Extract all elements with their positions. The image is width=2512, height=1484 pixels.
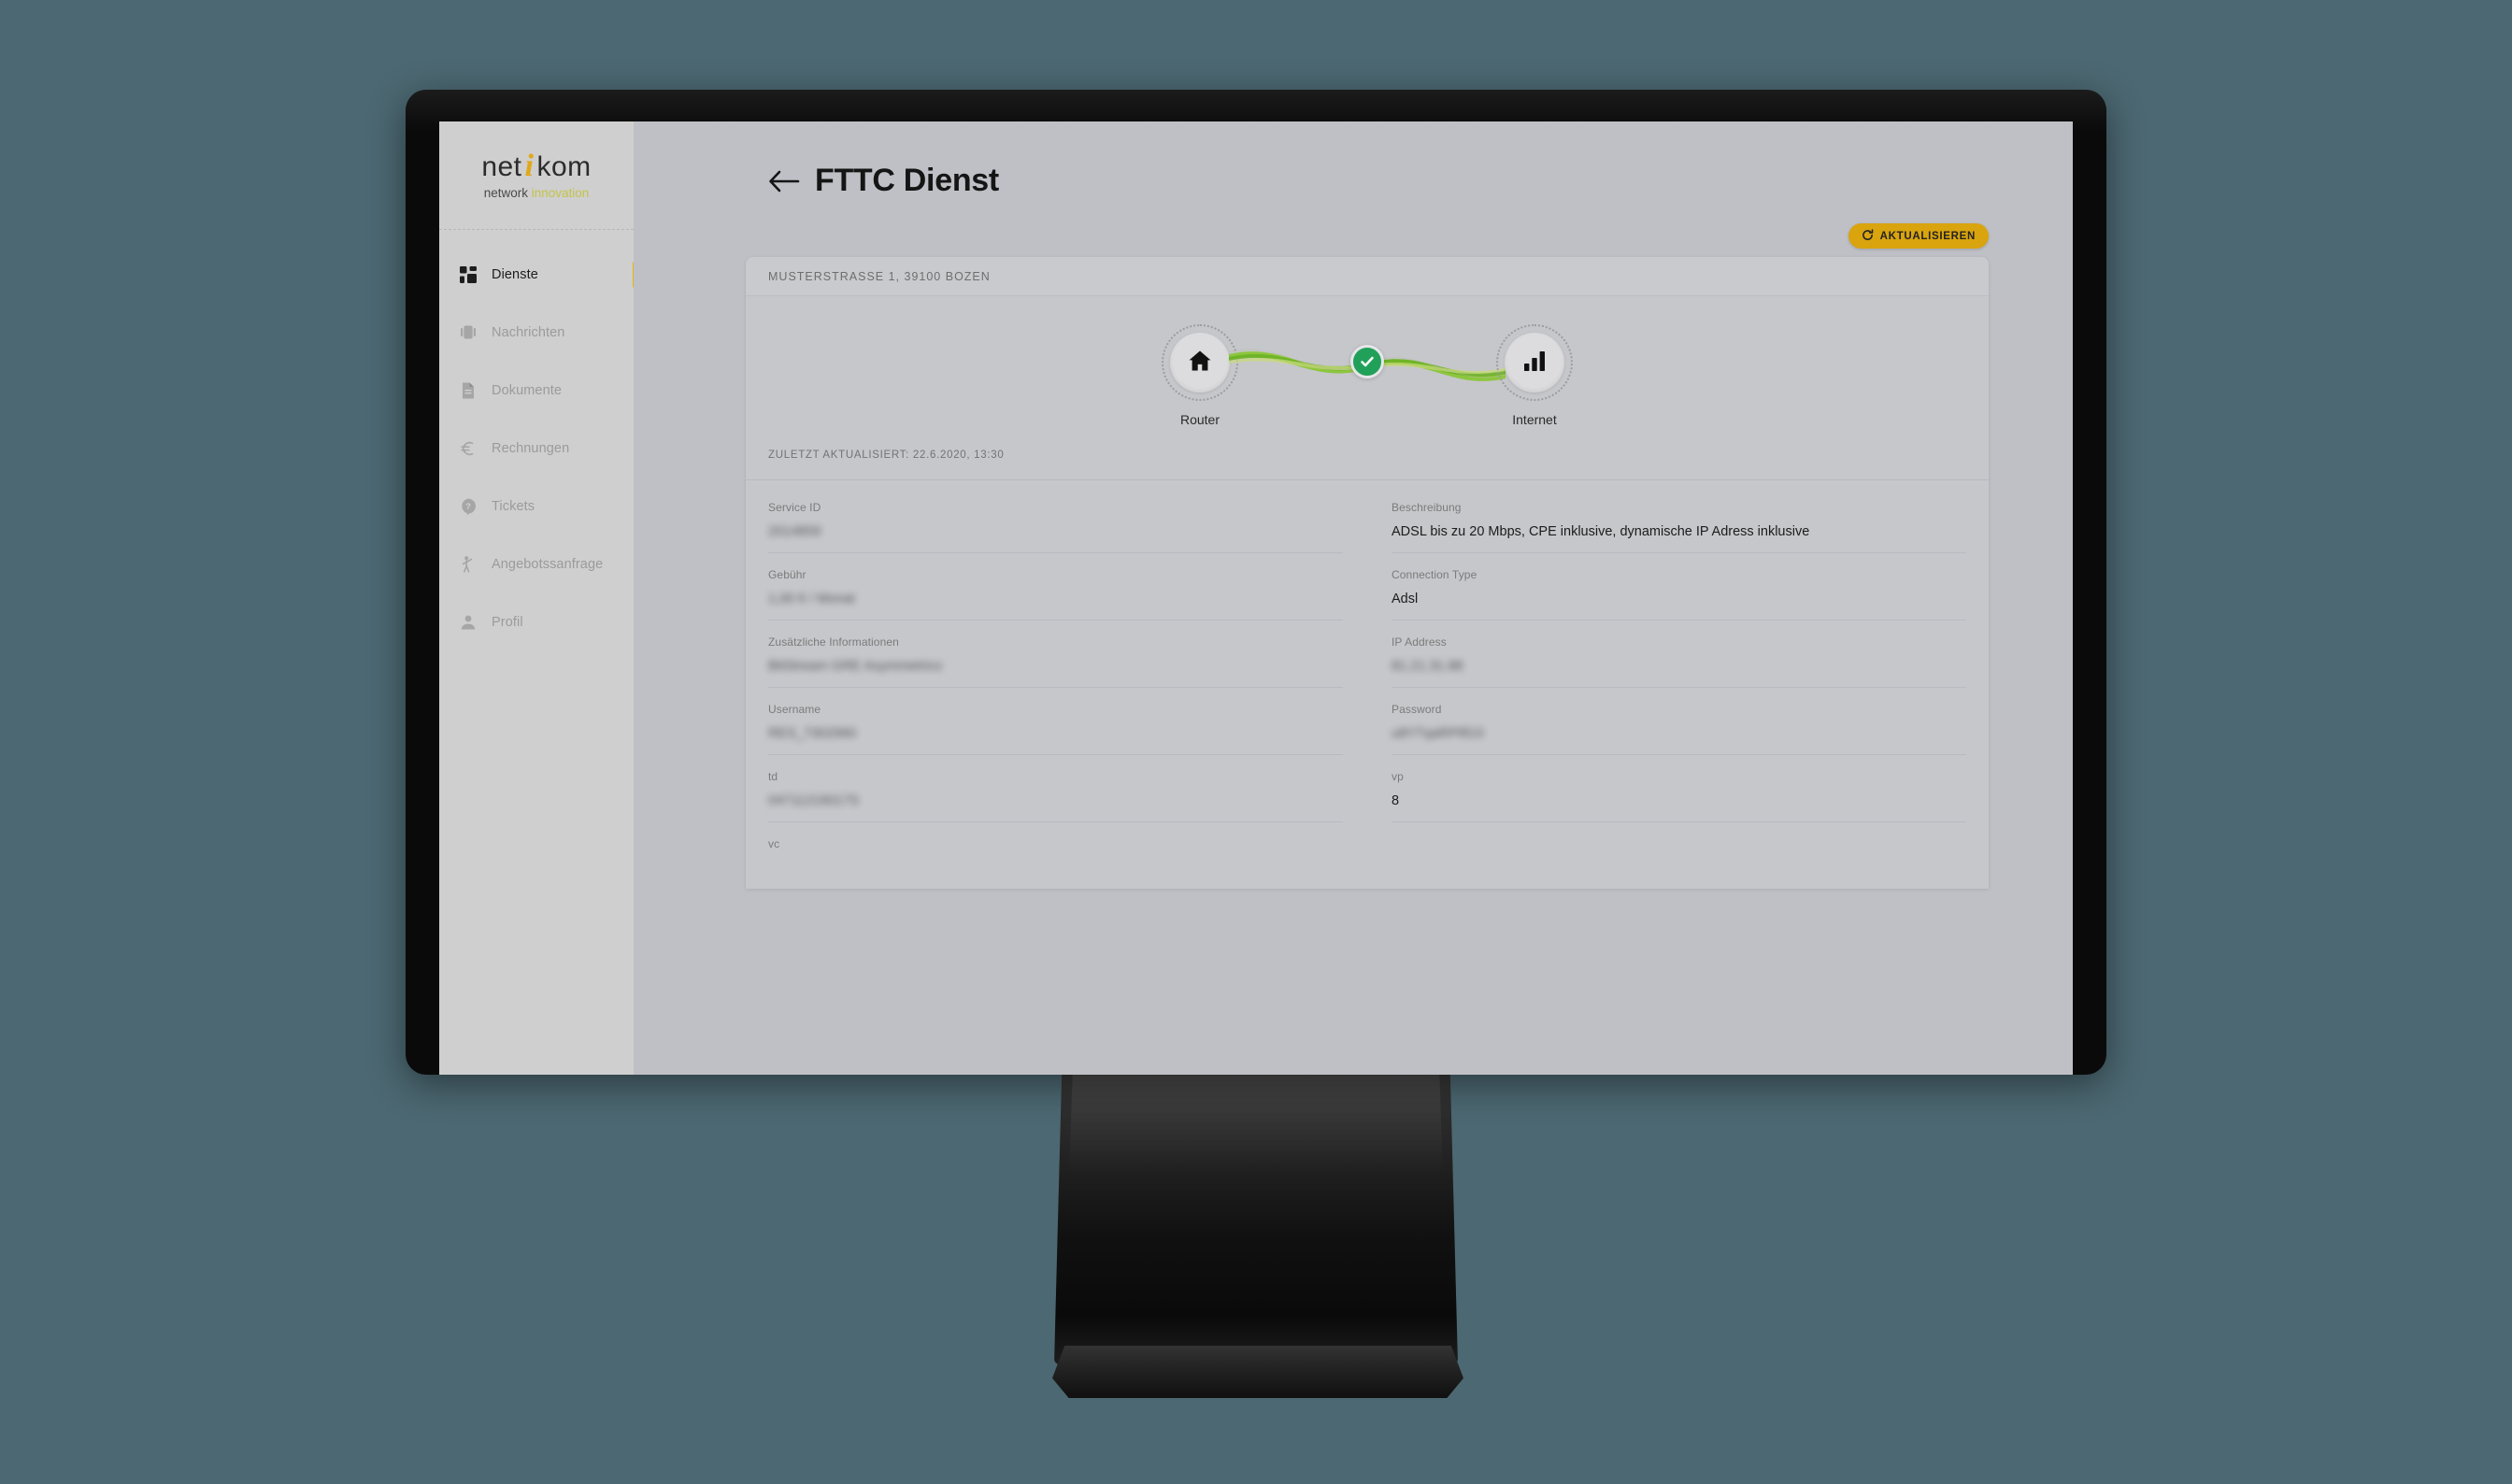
field-beschreibung: Beschreibung ADSL bis zu 20 Mbps, CPE in… — [1392, 486, 1966, 553]
field-label: Username — [768, 703, 821, 716]
refresh-icon — [1862, 228, 1874, 244]
field-vp: vp 8 — [1392, 755, 1966, 822]
field-value: RES_7302960 — [768, 726, 857, 741]
logo-kom: kom — [536, 151, 592, 183]
router-node — [1162, 324, 1238, 401]
sidebar-item-label: Dokumente — [492, 383, 563, 398]
field-value: 81.21.31.88 — [1392, 659, 1463, 674]
svg-text:?: ? — [465, 502, 471, 512]
sidebar: net i kom network innovation Dienste Nac… — [439, 121, 637, 1075]
service-address: MUSTERSTRASSE 1, 39100 BOZEN — [768, 269, 991, 283]
field-value: ADSL bis zu 20 Mbps, CPE inklusive, dyna… — [1392, 524, 1810, 539]
sidebar-item-label: Profil — [492, 615, 523, 630]
sidebar-item-nachrichten[interactable]: Nachrichten — [439, 312, 634, 353]
sidebar-item-label: Tickets — [492, 499, 535, 514]
field-label: Gebühr — [768, 568, 806, 581]
sidebar-item-label: Dienste — [492, 267, 538, 282]
home-icon — [1187, 348, 1213, 378]
field-label: Zusätzliche Informationen — [768, 635, 899, 649]
question-bubble-icon: ? — [458, 496, 478, 517]
field-gebuehr: Gebühr 1,00 € / Monat — [768, 553, 1343, 621]
field-username: Username RES_7302960 — [768, 688, 1343, 755]
field-label: Service ID — [768, 501, 821, 514]
grid-icon — [458, 264, 478, 285]
sidebar-item-label: Angebotssanfrage — [492, 557, 604, 572]
sidebar-item-dokumente[interactable]: Dokumente — [439, 370, 634, 411]
field-label: Connection Type — [1392, 568, 1477, 581]
refresh-button[interactable]: AKTUALISIEREN — [1848, 223, 1989, 249]
person-icon — [458, 612, 478, 633]
monitor-stand-base — [1052, 1346, 1463, 1398]
logo-tagline: network innovation — [484, 187, 590, 200]
sidebar-item-profil[interactable]: Profil — [439, 602, 634, 643]
router-node-label: Router — [1179, 412, 1220, 427]
monitor-bezel: net i kom network innovation Dienste Nac… — [406, 90, 2106, 1075]
main-content: FTTC Dienst AKTUALISIEREN MUSTERSTRASSE … — [634, 121, 2073, 1075]
field-value: 2014859 — [768, 524, 821, 539]
field-value: Adsl — [1392, 592, 1419, 606]
service-details-grid: Service ID 2014859 Beschreibung ADSL bis… — [746, 480, 1989, 889]
field-ip-address: IP Address 81.21.31.88 — [1392, 621, 1966, 688]
sidebar-item-dienste[interactable]: Dienste — [439, 254, 637, 295]
screen: net i kom network innovation Dienste Nac… — [439, 121, 2073, 1075]
sidebar-item-label: Nachrichten — [492, 325, 565, 340]
field-value: 1,00 € / Monat — [768, 592, 855, 606]
page-title: FTTC Dienst — [815, 163, 999, 198]
field-value: u8YTqaRPtfG3 — [1392, 726, 1484, 741]
field-label: td — [768, 770, 778, 783]
sidebar-item-tickets[interactable]: ? Tickets — [439, 486, 634, 527]
connection-status-diagram: Router Internet — [746, 296, 1989, 436]
field-value — [768, 859, 1343, 878]
logo-i-glyph: i — [524, 149, 535, 184]
page-header: FTTC Dienst — [634, 121, 2073, 199]
internet-node-label: Internet — [1512, 412, 1557, 427]
field-label: Password — [1392, 703, 1442, 716]
refresh-button-label: AKTUALISIEREN — [1879, 230, 1976, 242]
person-waving-icon — [458, 554, 478, 575]
sidebar-item-label: Rechnungen — [492, 441, 570, 456]
field-password: Password u8YTqaRPtfG3 — [1392, 688, 1966, 755]
field-label: IP Address — [1392, 635, 1447, 649]
logo-tagline-innovation: innovation — [531, 186, 590, 201]
service-card: MUSTERSTRASSE 1, 39100 BOZEN Router Inte… — [746, 257, 1989, 889]
field-vc: vc — [768, 822, 1343, 889]
field-zusaetzliche-informationen: Zusätzliche Informationen BitStream GRE … — [768, 621, 1343, 688]
last-updated-text: ZULETZT AKTUALISIERT: 22.6.2020, 13:30 — [746, 436, 1989, 480]
sidebar-item-rechnungen[interactable]: Rechnungen — [439, 428, 634, 469]
sidebar-item-angebotssanfrage[interactable]: Angebotssanfrage — [439, 544, 634, 585]
card-header: MUSTERSTRASSE 1, 39100 BOZEN — [746, 257, 1989, 296]
field-value: 8 — [1392, 793, 1400, 808]
document-icon — [458, 380, 478, 401]
monitor-scene: net i kom network innovation Dienste Nac… — [0, 0, 2512, 1484]
logo-net: net — [481, 151, 522, 183]
field-label: Beschreibung — [1392, 501, 1462, 514]
sidebar-nav: Dienste Nachrichten Dokumente Rechnungen… — [439, 230, 637, 643]
field-connection-type: Connection Type Adsl — [1392, 553, 1966, 621]
back-arrow-icon[interactable] — [768, 168, 800, 194]
field-value: BitStream GRE Asymmetrico — [768, 659, 943, 674]
check-circle-icon — [1350, 345, 1384, 378]
field-service-id: Service ID 2014859 — [768, 486, 1343, 553]
field-label: vp — [1392, 770, 1404, 783]
monitor-stand-highlight — [1069, 1062, 1443, 1174]
signal-bars-icon — [1522, 349, 1547, 378]
toolbar: AKTUALISIEREN — [634, 223, 1989, 251]
chat-icon — [458, 322, 478, 343]
euro-icon — [458, 438, 478, 459]
field-value: 04711219017S — [768, 793, 860, 808]
logo-wordmark: net i kom — [481, 150, 591, 182]
brand-logo[interactable]: net i kom network innovation — [439, 121, 634, 230]
logo-tagline-network: network — [483, 186, 528, 201]
internet-node — [1496, 324, 1573, 401]
field-label: vc — [768, 837, 780, 850]
field-td: td 04711219017S — [768, 755, 1343, 822]
